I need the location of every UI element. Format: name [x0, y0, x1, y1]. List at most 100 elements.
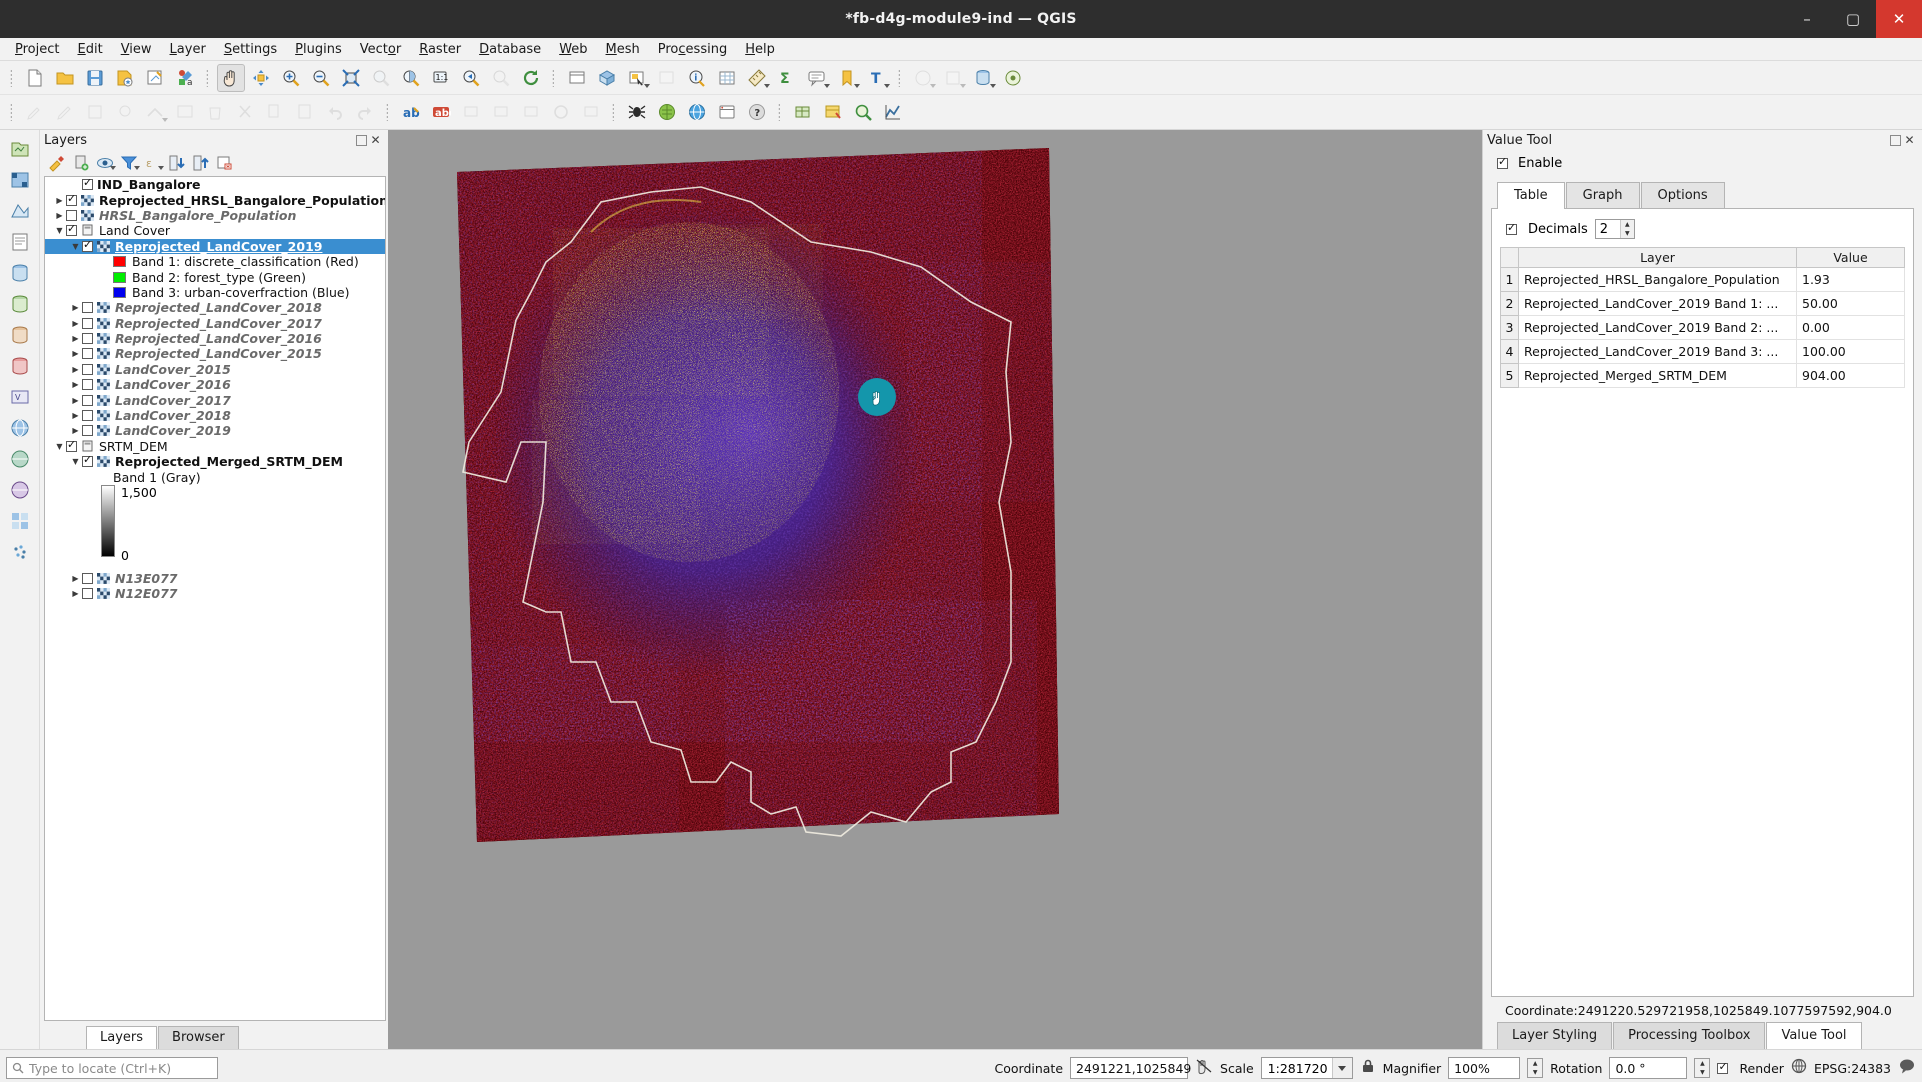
- add-wfs-layer-icon[interactable]: [7, 477, 33, 503]
- manage-map-themes-icon[interactable]: [94, 152, 116, 174]
- style-manager-icon[interactable]: a: [171, 64, 199, 92]
- layer-visibility-checkbox[interactable]: [82, 177, 93, 191]
- delete-selected-icon[interactable]: [201, 98, 229, 126]
- highlight-labels-icon[interactable]: abc: [427, 98, 455, 126]
- stepper-up-icon[interactable]: ▲: [1621, 220, 1634, 229]
- vertex-tool-icon[interactable]: [141, 98, 169, 126]
- toolbar-grip-7[interactable]: [609, 101, 619, 123]
- value-table-row[interactable]: 2 Reprojected_LandCover_2019 Band 1: ... 5…: [1500, 291, 1905, 316]
- layer-tree-row[interactable]: ▶ Reprojected_LandCover_2018: [45, 300, 385, 315]
- add-virtual-layer-icon[interactable]: V: [7, 384, 33, 410]
- layer-visibility-checkbox[interactable]: [66, 193, 77, 206]
- new-print-layout-icon[interactable]: [141, 64, 169, 92]
- chevron-down-icon[interactable]: [930, 83, 936, 88]
- magnifier-input[interactable]: 100%: [1448, 1057, 1521, 1079]
- zoom-to-selection-icon[interactable]: [367, 64, 395, 92]
- bottom-tab-processing-toolbox[interactable]: Processing Toolbox: [1613, 1022, 1766, 1049]
- change-label-icon[interactable]: [577, 98, 605, 126]
- layer-tree[interactable]: IND_Bangalore ▶ Reprojected_HRSL_Bangalore…: [44, 176, 386, 1021]
- save-project-icon[interactable]: [81, 64, 109, 92]
- layer-tree-row[interactable]: Band 1: discrete_classification (Red): [45, 254, 385, 269]
- openstreetmap-icon[interactable]: [653, 98, 681, 126]
- show-hide-labels-icon[interactable]: [487, 98, 515, 126]
- value-tool-tab-graph[interactable]: Graph: [1565, 182, 1640, 209]
- add-wms-layer-icon[interactable]: [7, 415, 33, 441]
- value-tool-tab-table[interactable]: Table: [1497, 182, 1565, 209]
- menu-layer[interactable]: Layer: [161, 40, 215, 59]
- toolbar-grip-6[interactable]: [383, 101, 393, 123]
- expand-arrow-icon[interactable]: ▶: [69, 589, 82, 598]
- web-globe-icon[interactable]: [683, 98, 711, 126]
- open-attribute-table-icon[interactable]: [713, 64, 741, 92]
- chevron-down-icon[interactable]: [764, 83, 770, 88]
- chevron-down-icon[interactable]: [134, 166, 140, 170]
- layer-visibility-checkbox[interactable]: [82, 333, 93, 345]
- statistical-summary-icon[interactable]: Σ: [773, 64, 801, 92]
- layer-visibility-checkbox[interactable]: [82, 410, 93, 422]
- layer-tree-row[interactable]: Band 1 (Gray): [45, 469, 385, 485]
- expand-arrow-icon[interactable]: ▶: [69, 411, 82, 420]
- collapse-arrow-icon[interactable]: ▼: [53, 442, 66, 451]
- layer-tree-row[interactable]: ▶ LandCover_2015: [45, 362, 385, 377]
- save-project-as-icon[interactable]: [111, 64, 139, 92]
- move-label-icon[interactable]: [517, 98, 545, 126]
- layer-tree-row[interactable]: ▶ N12E077: [45, 586, 385, 601]
- layer-visibility-checkbox[interactable]: [82, 348, 93, 360]
- save-layer-edits-icon[interactable]: [81, 98, 109, 126]
- expand-arrow-icon[interactable]: ▶: [69, 319, 82, 328]
- copy-features-icon[interactable]: [261, 98, 289, 126]
- zoom-last-icon[interactable]: [457, 64, 485, 92]
- layer-visibility-checkbox[interactable]: [82, 394, 93, 406]
- value-table-row[interactable]: 3 Reprojected_LandCover_2019 Band 2: ... 0…: [1500, 315, 1905, 340]
- render-checkbox[interactable]: [1717, 1061, 1729, 1074]
- decimals-checkbox[interactable]: [1506, 222, 1517, 235]
- temporal-controller-icon[interactable]: [909, 64, 937, 92]
- chevron-down-icon[interactable]: [824, 83, 830, 88]
- panel-tab-layers[interactable]: Layers: [86, 1026, 158, 1049]
- menu-view[interactable]: View: [112, 40, 161, 59]
- toolbar-grip-3[interactable]: [549, 67, 559, 89]
- data-source-manager-icon[interactable]: [969, 64, 997, 92]
- zoom-in-icon[interactable]: [277, 64, 305, 92]
- toolbar-grip-5[interactable]: [7, 101, 17, 123]
- decimals-input[interactable]: [1595, 220, 1620, 238]
- value-tool-icon[interactable]: [819, 98, 847, 126]
- menu-raster[interactable]: Raster: [410, 40, 470, 59]
- rotate-label-icon[interactable]: [547, 98, 575, 126]
- expand-arrow-icon[interactable]: ▶: [69, 426, 82, 435]
- menu-mesh[interactable]: Mesh: [597, 40, 649, 59]
- toolbar-grip-8[interactable]: [775, 101, 785, 123]
- value-table-row[interactable]: 1 Reprojected_HRSL_Bangalore_Population 1.…: [1500, 267, 1905, 292]
- add-raster-layer-icon[interactable]: [7, 167, 33, 193]
- layer-tree-row[interactable]: Band 3: urban-coverfraction (Blue): [45, 285, 385, 300]
- zoom-next-icon[interactable]: [487, 64, 515, 92]
- edit-tool-icon[interactable]: [939, 64, 967, 92]
- chevron-down-icon[interactable]: [854, 83, 860, 88]
- help-contents-icon[interactable]: ?: [743, 98, 771, 126]
- expand-arrow-icon[interactable]: ▶: [69, 365, 82, 374]
- cut-features-icon[interactable]: [231, 98, 259, 126]
- layer-tree-row[interactable]: ▶ Reprojected_LandCover_2017: [45, 316, 385, 331]
- locator-bar[interactable]: Type to locate (Ctrl+K): [6, 1057, 218, 1079]
- menu-vector[interactable]: Vector: [351, 40, 410, 59]
- new-3d-view-icon[interactable]: [593, 64, 621, 92]
- add-vector-tile-layer-icon[interactable]: [7, 508, 33, 534]
- bottom-tab-value-tool[interactable]: Value Tool: [1766, 1022, 1862, 1049]
- scale-value[interactable]: 1:281720: [1262, 1061, 1332, 1076]
- value-table-row[interactable]: 4 Reprojected_LandCover_2019 Band 3: ... 1…: [1500, 339, 1905, 364]
- minimize-button[interactable]: –: [1784, 0, 1830, 38]
- rotation-stepper[interactable]: ▲ ▼: [1694, 1058, 1711, 1078]
- zoom-native-icon[interactable]: 1:1: [427, 64, 455, 92]
- messages-log-icon[interactable]: [1898, 1057, 1916, 1079]
- undock-panel-icon[interactable]: [356, 134, 367, 146]
- crs-label[interactable]: EPSG:24383: [1814, 1061, 1891, 1076]
- layer-tree-row[interactable]: ▶ Reprojected_LandCover_2015: [45, 346, 385, 361]
- layer-visibility-checkbox[interactable]: [82, 302, 93, 314]
- layer-visibility-checkbox[interactable]: [82, 454, 93, 468]
- coordinate-input[interactable]: 2491221,1025849: [1070, 1057, 1191, 1079]
- panel-tab-browser[interactable]: Browser: [158, 1026, 239, 1049]
- collapse-all-icon[interactable]: [190, 152, 212, 174]
- expand-arrow-icon[interactable]: ▶: [69, 396, 82, 405]
- chevron-down-icon[interactable]: [110, 166, 116, 170]
- georeferencer-icon[interactable]: [789, 98, 817, 126]
